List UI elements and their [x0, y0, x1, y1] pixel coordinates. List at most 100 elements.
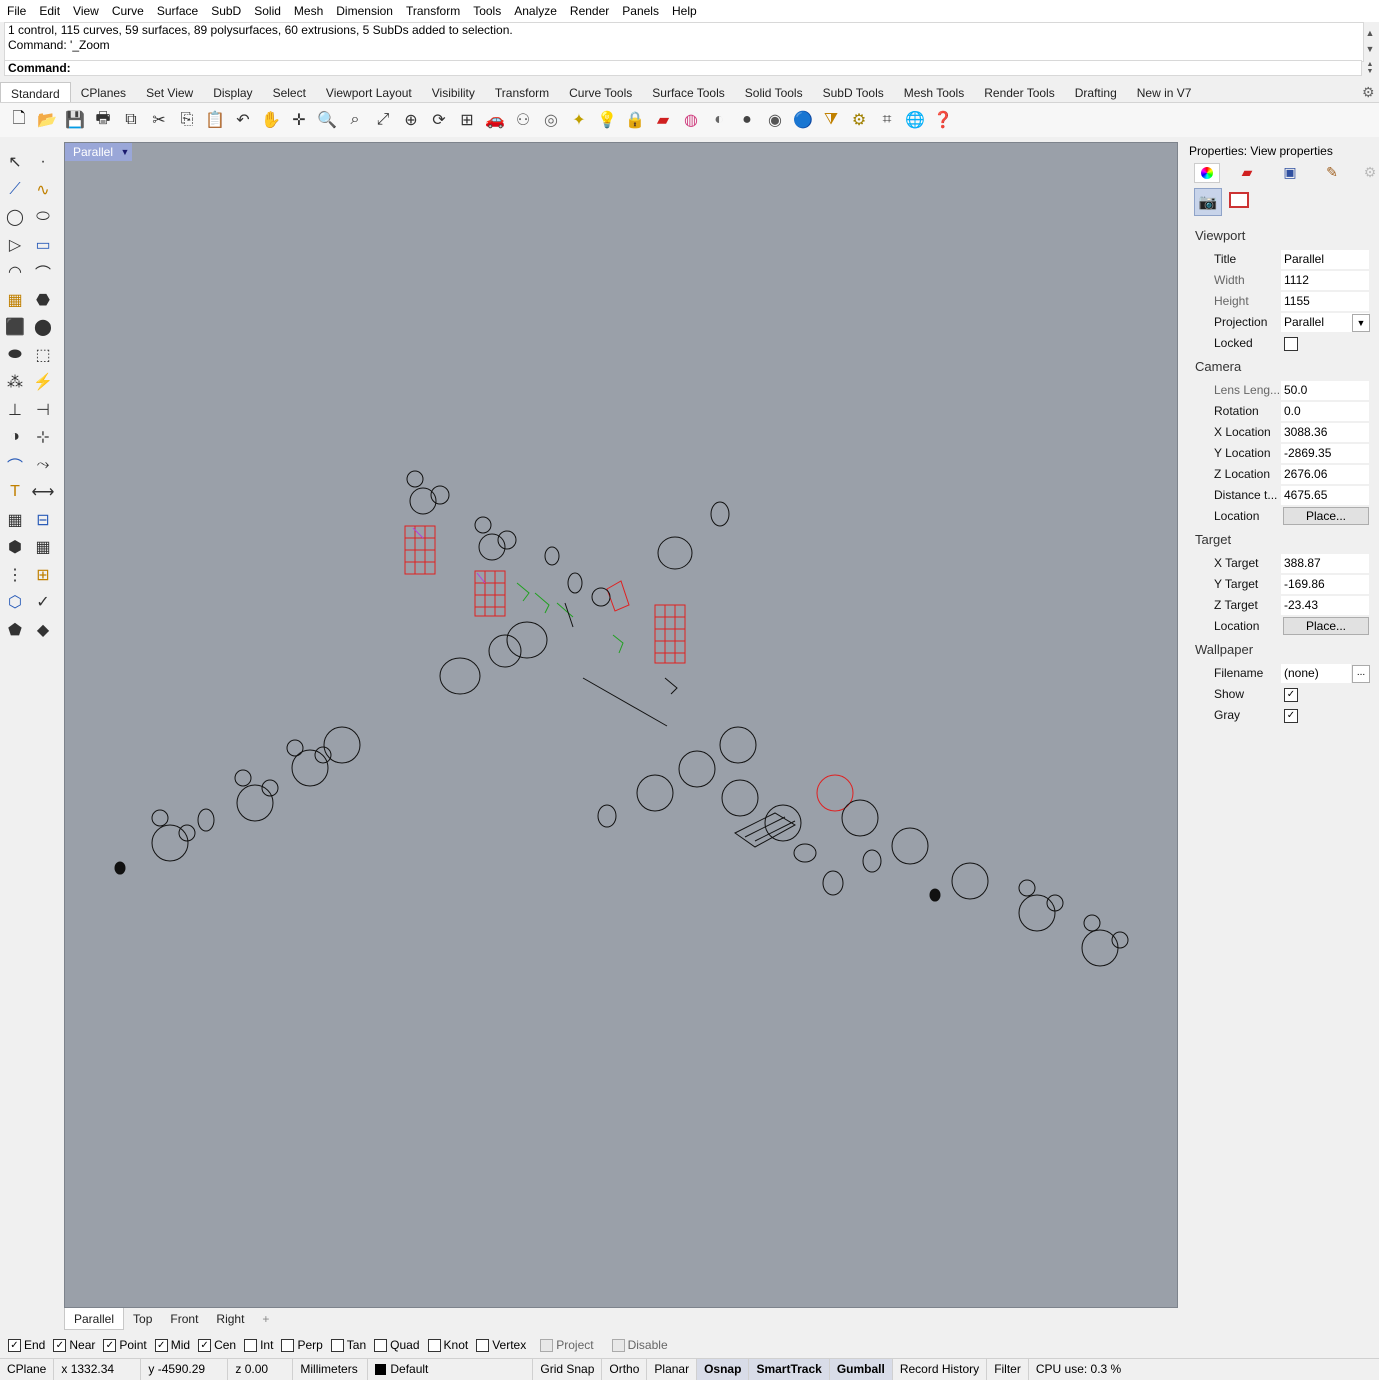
filter-icon[interactable]: ⧩ — [820, 109, 842, 131]
rectangle-icon[interactable]: ▭ — [31, 233, 55, 257]
osnap-knot[interactable]: Knot — [427, 1338, 468, 1352]
tab-visibility[interactable]: Visibility — [422, 82, 485, 102]
osnap-point-checkbox[interactable]: ✓ — [103, 1338, 117, 1352]
status-record-history[interactable]: Record History — [893, 1359, 988, 1380]
copy-icon[interactable]: ⎘ — [176, 109, 198, 131]
solid-icon[interactable]: ⬢ — [3, 535, 27, 559]
color-wheel-icon[interactable]: ◍ — [680, 109, 702, 131]
menu-panels[interactable]: Panels — [615, 0, 665, 22]
cut-icon[interactable]: ✂ — [148, 109, 170, 131]
osnap-point[interactable]: ✓ Point — [103, 1338, 147, 1352]
tab-curve-tools[interactable]: Curve Tools — [559, 82, 642, 102]
options-icon[interactable]: ⌗ — [876, 109, 898, 131]
osnap-int[interactable]: Int — [244, 1338, 273, 1352]
osnap-mid[interactable]: ✓ Mid — [154, 1338, 190, 1352]
prop-yloc-field[interactable]: -2869.35 — [1281, 444, 1369, 463]
help-icon[interactable]: ❓ — [932, 109, 954, 131]
rotate-view-icon[interactable]: ✛ — [288, 109, 310, 131]
zoom-selected-icon[interactable]: ⊕ — [400, 109, 422, 131]
print-icon[interactable]: 🖶 — [92, 109, 114, 131]
new-icon[interactable]: 🗋 — [8, 109, 30, 131]
command-input[interactable]: Command: — [4, 60, 1362, 76]
command-spin-icon[interactable]: ▲ ▼ — [1364, 61, 1376, 75]
save-icon[interactable]: 💾 — [64, 109, 86, 131]
viewport-tab-right[interactable]: Right — [207, 1308, 253, 1330]
sphere-shaded-icon[interactable]: ● — [736, 109, 758, 131]
named-view-icon[interactable]: ⚇ — [512, 109, 534, 131]
box-icon[interactable]: ⬛ — [3, 315, 27, 339]
osnap-near[interactable]: ✓ Near — [53, 1338, 95, 1352]
prop-width-field[interactable]: 1112 — [1281, 271, 1369, 290]
prop-distance-field[interactable]: 4675.65 — [1281, 486, 1369, 505]
wallpaper-icon[interactable] — [1227, 188, 1251, 212]
paint-icon[interactable]: ◆ — [31, 618, 55, 642]
circle-icon[interactable]: ◯ — [3, 205, 27, 229]
text-icon[interactable]: T — [3, 480, 27, 504]
status-gumball[interactable]: Gumball — [829, 1359, 893, 1380]
cplane-icon[interactable]: ◎ — [540, 109, 562, 131]
menu-dimension[interactable]: Dimension — [329, 0, 399, 22]
tab-standard[interactable]: Standard — [0, 82, 71, 102]
osnap-tan-checkbox[interactable] — [330, 1338, 344, 1352]
osnap-tan[interactable]: Tan — [330, 1338, 366, 1352]
curve-icon[interactable]: ∿ — [31, 178, 55, 202]
fillet-icon[interactable]: ⌒ — [31, 260, 55, 284]
menu-surface[interactable]: Surface — [150, 0, 204, 22]
paste-icon[interactable]: 📋 — [204, 109, 226, 131]
undo-icon[interactable]: ↶ — [232, 109, 254, 131]
lightbulb-icon[interactable]: 💡 — [596, 109, 618, 131]
osnap-perp[interactable]: Perp — [281, 1338, 323, 1352]
boolean-icon[interactable]: ◑ — [3, 425, 27, 449]
cylinder-icon[interactable]: ⬬ — [3, 343, 27, 367]
display-icon[interactable]: ▣ — [1278, 163, 1302, 181]
osnap-cen[interactable]: ✓ Cen — [198, 1338, 236, 1352]
status-ortho[interactable]: Ortho — [602, 1359, 648, 1380]
status-planar[interactable]: Planar — [647, 1359, 698, 1380]
sweep-icon[interactable]: ⬣ — [31, 288, 55, 312]
polygon-icon[interactable]: ▷ — [3, 233, 27, 257]
tab-render-tools[interactable]: Render Tools — [974, 82, 1065, 102]
tab-transform[interactable]: Transform — [485, 82, 559, 102]
rotate-icon[interactable]: ⟳ — [428, 109, 450, 131]
osnap-mid-checkbox[interactable]: ✓ — [154, 1338, 168, 1352]
mesh-icon[interactable]: ⊞ — [31, 563, 55, 587]
status-smarttrack[interactable]: SmartTrack — [749, 1359, 830, 1380]
osnap-vertex-checkbox[interactable] — [476, 1338, 490, 1352]
viewport-menu-chevron-down-icon[interactable]: ▼ — [118, 143, 132, 161]
layers-icon[interactable]: ▰ — [1235, 163, 1259, 181]
menu-file[interactable]: File — [0, 0, 32, 22]
osnap-near-checkbox[interactable]: ✓ — [53, 1338, 67, 1352]
osnap-end-checkbox[interactable]: ✓ — [8, 1338, 21, 1352]
prop-ytarget-field[interactable]: -169.86 — [1281, 575, 1369, 594]
help-icon[interactable]: ⚙ — [1358, 163, 1379, 181]
menu-analyze[interactable]: Analyze — [507, 0, 563, 22]
tab-mesh-tools[interactable]: Mesh Tools — [894, 82, 974, 102]
status-cplane[interactable]: CPlane — [0, 1359, 55, 1380]
explode-icon[interactable]: ⚡ — [31, 370, 55, 394]
tab-set-view[interactable]: Set View — [136, 82, 203, 102]
open-icon[interactable]: 📂 — [36, 109, 58, 131]
status-layer[interactable]: Default — [368, 1359, 534, 1380]
viewport-tab-front[interactable]: Front — [161, 1308, 207, 1330]
zoom-window-icon[interactable]: ⌕ — [344, 109, 366, 131]
transform-icon[interactable]: ⁂ — [3, 370, 27, 394]
status-osnap[interactable]: Osnap — [697, 1359, 750, 1380]
menu-subd[interactable]: SubD — [204, 0, 247, 22]
viewport-tab-parallel[interactable]: Parallel — [64, 1308, 125, 1330]
toolbar-settings-gear-icon[interactable]: ⚙ — [1362, 84, 1375, 101]
menu-tools[interactable]: Tools — [466, 0, 507, 22]
osnap-disable-checkbox[interactable] — [611, 1338, 625, 1352]
osnap-quad-checkbox[interactable] — [374, 1338, 388, 1352]
tab-select[interactable]: Select — [263, 82, 316, 102]
render-icon[interactable]: ⬟ — [3, 618, 27, 642]
osnap-project[interactable]: Project — [540, 1338, 594, 1352]
menu-curve[interactable]: Curve — [105, 0, 150, 22]
tab-drafting[interactable]: Drafting — [1065, 82, 1127, 102]
gear-icon[interactable]: ⚙ — [848, 109, 870, 131]
dimension-icon[interactable]: ⟷ — [31, 480, 55, 504]
history-scroll-up-icon[interactable]: ▲ — [1364, 27, 1376, 39]
import-icon[interactable]: ⧉ — [120, 109, 142, 131]
prop-show-checkbox[interactable]: ✓ — [1284, 688, 1298, 702]
polyline-icon[interactable]: ⟋ — [3, 178, 27, 202]
surface-icon[interactable]: ▦ — [3, 288, 27, 312]
